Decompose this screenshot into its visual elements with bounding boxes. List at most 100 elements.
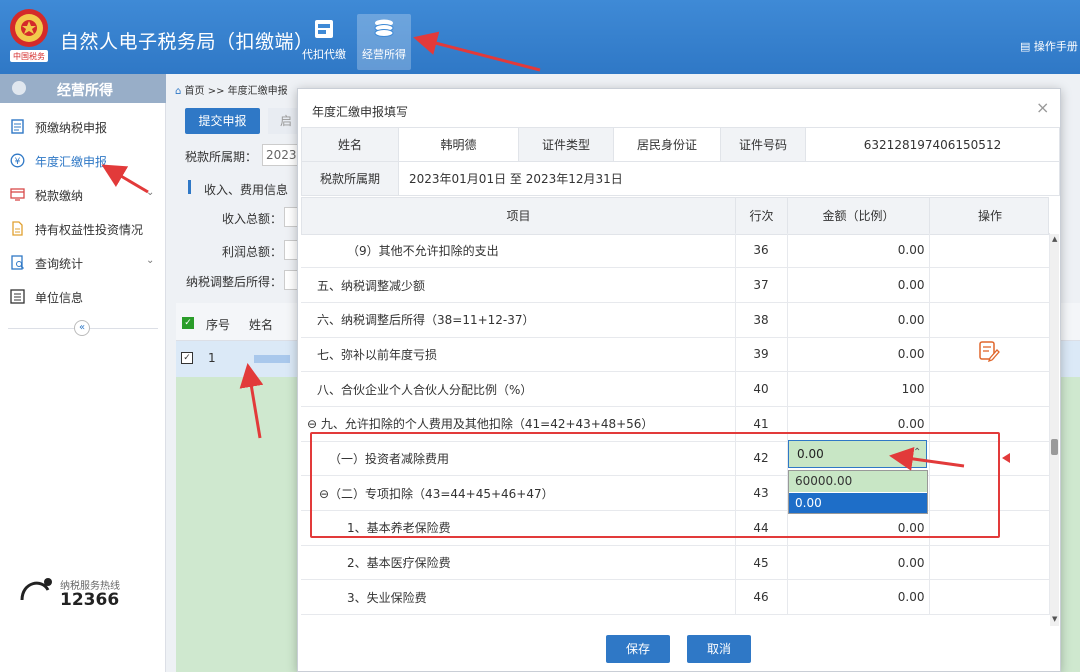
sidebar-item-label: 查询统计 bbox=[35, 257, 84, 271]
manual-label: 操作手册 bbox=[1033, 40, 1078, 53]
edit-icon[interactable] bbox=[978, 340, 1000, 362]
row-amount[interactable]: 0.00 bbox=[787, 545, 930, 581]
declaration-grid: （9）其他不允许扣除的支出 36 0.00 五、纳税调整减少额 37 0.00 六、纳税… bbox=[301, 233, 1050, 616]
col-line-header: 行次 bbox=[736, 198, 788, 235]
coins-icon bbox=[374, 19, 394, 37]
sidebar-collapse-button[interactable]: « bbox=[74, 320, 90, 336]
row-action bbox=[929, 267, 1050, 303]
col-name-header: 姓名 bbox=[249, 318, 274, 332]
row-amount[interactable]: 0.00 bbox=[787, 579, 930, 616]
section-marker bbox=[188, 180, 191, 194]
period-label: 税款所属期： bbox=[185, 150, 258, 164]
hotline-number: 12366 bbox=[60, 590, 120, 610]
top-header: 中国税务 自然人电子税务局（扣缴端） 代扣代缴 经营所得 ▤ 操作手册 bbox=[0, 0, 1080, 74]
submit-declaration-button[interactable]: 提交申报 bbox=[185, 108, 260, 134]
coins-icon bbox=[12, 81, 26, 95]
name-value: 韩明德 bbox=[398, 127, 519, 162]
row-amount[interactable]: 100 bbox=[787, 371, 930, 407]
row-item: 3、失业保险费 bbox=[301, 579, 736, 616]
sidebar-item-label: 持有权益性投资情况 bbox=[35, 223, 144, 237]
manual-icon: ▤ bbox=[1020, 40, 1034, 53]
sidebar-item-equity-investment[interactable]: 持有权益性投资情况 bbox=[0, 211, 166, 245]
row-amount[interactable]: 0.00 bbox=[787, 233, 930, 269]
row-line: 45 bbox=[735, 545, 788, 581]
row-action bbox=[929, 579, 1050, 616]
row-checkbox[interactable]: ✓ bbox=[181, 352, 193, 364]
id-number-label: 证件号码 bbox=[720, 127, 806, 162]
section-title: 收入、费用信息 bbox=[204, 183, 289, 197]
row-item: （9）其他不允许扣除的支出 bbox=[301, 233, 736, 269]
grid-scrollbar[interactable] bbox=[1050, 234, 1059, 626]
taxpayer-info-table: 姓名 韩明德 证件类型 居民身份证 证件号码 63212819740615051… bbox=[301, 127, 1060, 196]
row-item: 八、合伙企业个人合伙人分配比例（%） bbox=[301, 371, 736, 407]
home-icon: ⌂ bbox=[175, 86, 185, 97]
svg-text:中国税务: 中国税务 bbox=[13, 51, 45, 61]
row-line: 38 bbox=[735, 302, 788, 338]
manual-link[interactable]: ▤ 操作手册 bbox=[1020, 38, 1078, 54]
row-line: 46 bbox=[735, 579, 788, 616]
svg-text:¥: ¥ bbox=[15, 157, 21, 167]
row-item: 六、纳税调整后所得（38=11+12-37） bbox=[301, 302, 736, 338]
row-line: 37 bbox=[735, 267, 788, 303]
row-amount[interactable]: 0.00 bbox=[787, 267, 930, 303]
period-field[interactable]: 2023 bbox=[262, 144, 298, 166]
select-all-checkbox[interactable]: ✓ bbox=[182, 317, 194, 329]
row-action bbox=[929, 233, 1050, 269]
breadcrumb-text: 首页 >> 年度汇缴申报 bbox=[184, 86, 288, 97]
adjusted-income-label: 纳税调整后所得： bbox=[186, 275, 283, 289]
search-doc-icon bbox=[11, 255, 24, 270]
table-row: 3、失业保险费 46 0.00 bbox=[301, 579, 1050, 616]
chevron-down-icon: ⌄ bbox=[146, 187, 155, 198]
sidebar-item-annual-declaration[interactable]: ¥ 年度汇缴申报 bbox=[0, 143, 166, 177]
annual-declaration-dialog: 年度汇缴申报填写 × 姓名 韩明德 证件类型 居民身份证 证件号码 632128… bbox=[297, 88, 1061, 672]
sidebar-item-tax-payment[interactable]: 税款缴纳 ⌄ bbox=[0, 177, 166, 211]
table-row: 五、纳税调整减少额 37 0.00 bbox=[301, 267, 1050, 303]
adjusted-income-field[interactable] bbox=[284, 270, 298, 290]
sidebar-header-label: 经营所得 bbox=[57, 83, 113, 99]
document-icon bbox=[11, 119, 24, 134]
row-item: 五、纳税调整减少额 bbox=[301, 267, 736, 303]
row-no: 1 bbox=[208, 351, 216, 365]
scrollbar-thumb[interactable] bbox=[1051, 439, 1058, 455]
income-field[interactable] bbox=[284, 207, 298, 227]
table-row: 2、基本医疗保险费 45 0.00 bbox=[301, 545, 1050, 581]
row-action bbox=[929, 371, 1050, 407]
annotation-highlight-box bbox=[310, 432, 1000, 538]
col-amount-header: 金额（比例） bbox=[788, 198, 930, 235]
name-label: 姓名 bbox=[301, 127, 399, 162]
row-item: 2、基本医疗保险费 bbox=[301, 545, 736, 581]
save-button[interactable]: 保存 bbox=[606, 635, 670, 663]
payment-icon bbox=[10, 188, 25, 201]
top-nav-business-income[interactable]: 经营所得 bbox=[357, 14, 411, 70]
app-title: 自然人电子税务局（扣缴端） bbox=[60, 31, 314, 53]
sidebar-item-label: 年度汇缴申报 bbox=[35, 155, 108, 169]
row-amount[interactable]: 0.00 bbox=[787, 337, 930, 373]
cancel-button[interactable]: 取消 bbox=[687, 635, 751, 663]
scroll-up-icon[interactable]: ▲ bbox=[1052, 235, 1057, 243]
period-value: 2023年01月01日 至 2023年12月31日 bbox=[398, 161, 1060, 196]
yen-circle-icon: ¥ bbox=[10, 153, 25, 168]
declaration-grid-header: 项目 行次 金额（比例） 操作 bbox=[301, 197, 1049, 235]
top-nav-withholding[interactable]: 代扣代缴 bbox=[297, 14, 351, 70]
period-label: 税款所属期 bbox=[301, 161, 399, 196]
sidebar-item-label: 税款缴纳 bbox=[35, 189, 84, 203]
profit-field[interactable] bbox=[284, 240, 298, 260]
sidebar-item-prepaid-declaration[interactable]: 预缴纳税申报 bbox=[0, 109, 166, 143]
top-nav-withholding-label: 代扣代缴 bbox=[302, 48, 346, 61]
row-action bbox=[929, 302, 1050, 338]
breadcrumb[interactable]: ⌂ 首页 >> 年度汇缴申报 bbox=[175, 82, 288, 97]
row-line: 40 bbox=[735, 371, 788, 407]
sidebar-item-query-statistics[interactable]: 查询统计 ⌄ bbox=[0, 245, 166, 279]
sidebar-item-unit-info[interactable]: 单位信息 bbox=[0, 279, 166, 313]
id-number-value: 632128197406150512 bbox=[805, 127, 1060, 162]
close-icon[interactable]: × bbox=[1036, 98, 1049, 117]
row-amount[interactable]: 0.00 bbox=[787, 302, 930, 338]
income-label: 收入总额： bbox=[222, 212, 283, 226]
sidebar-item-label: 预缴纳税申报 bbox=[35, 121, 108, 135]
scroll-down-icon[interactable]: ▼ bbox=[1052, 615, 1057, 623]
row-item: 七、弥补以前年度亏损 bbox=[301, 337, 736, 373]
id-type-label: 证件类型 bbox=[518, 127, 614, 162]
row-action bbox=[929, 545, 1050, 581]
top-nav-business-income-label: 经营所得 bbox=[362, 48, 406, 61]
col-item-header: 项目 bbox=[302, 198, 736, 235]
